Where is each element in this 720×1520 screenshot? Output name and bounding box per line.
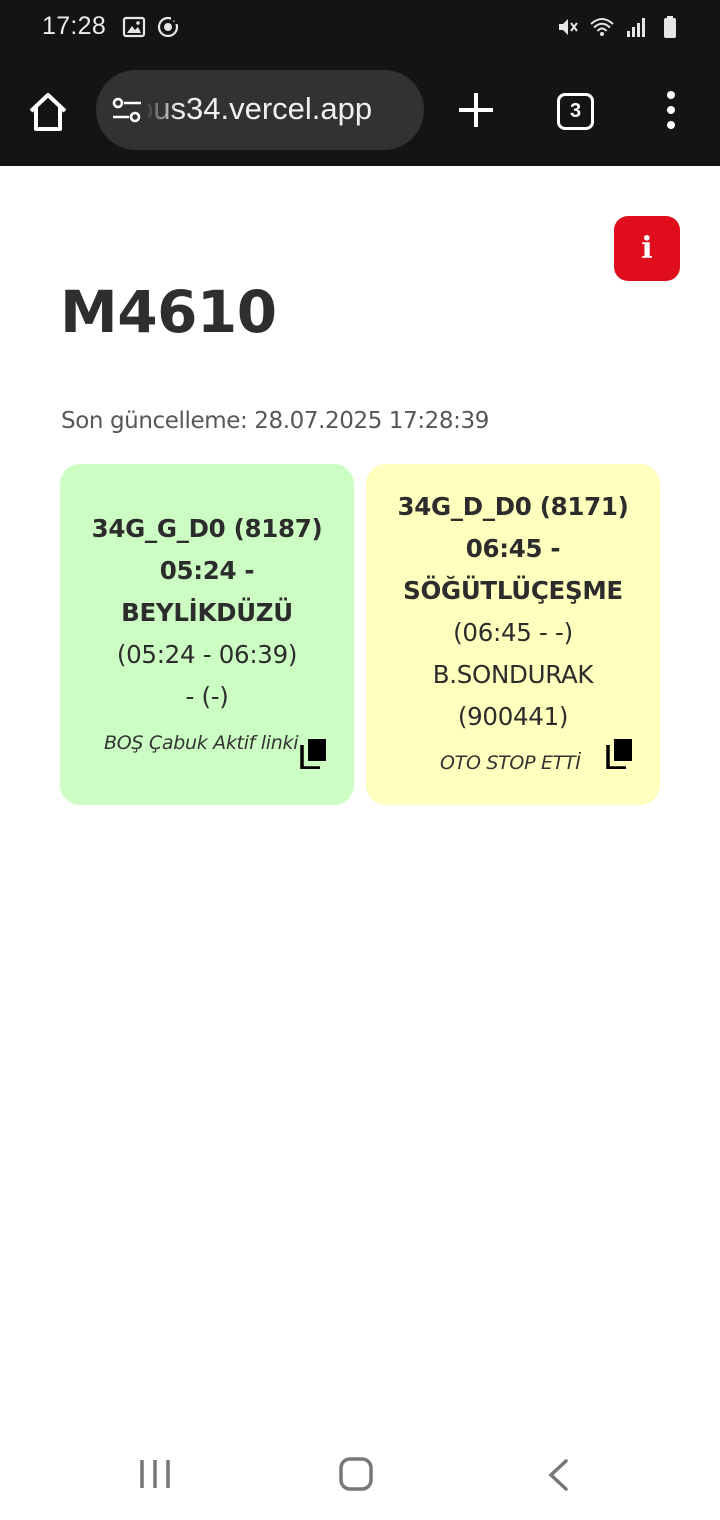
status-time: 17:28 xyxy=(42,12,107,40)
bus-card-empty[interactable]: 34G_G_D0 (8187) 05:24 - BEYLİKDÜZÜ (05:2… xyxy=(60,464,354,805)
address-bar[interactable]: bus34.vercel.app xyxy=(96,70,424,150)
sync-icon xyxy=(157,16,179,38)
image-icon xyxy=(122,16,146,38)
new-tab-icon[interactable] xyxy=(456,90,496,130)
card-status-note: BOŞ Çabuk Aktif linki xyxy=(104,732,299,754)
status-left-icons xyxy=(122,15,180,39)
card-route-code: 34G_G_D0 (8187) xyxy=(91,514,323,543)
browser-toolbar: bus34.vercel.app 3 xyxy=(0,56,720,166)
card-time-range: (06:45 - -) xyxy=(453,618,573,647)
tabs-icon[interactable]: 3 xyxy=(557,93,594,130)
navigation-bar xyxy=(0,1420,720,1520)
recents-icon[interactable] xyxy=(138,1458,172,1490)
card-status-note: OTO STOP ETTİ xyxy=(440,752,581,774)
card-lines: 34G_D_D0 (8171) 06:45 - SÖĞÜTLÜÇEŞME (06… xyxy=(366,486,660,738)
battery-icon xyxy=(664,16,676,38)
card-departure-time: 05:24 - xyxy=(159,556,255,585)
card-time-range: (05:24 - 06:39) xyxy=(116,640,298,669)
mute-vibrate-icon xyxy=(559,19,578,35)
home-circle-icon[interactable] xyxy=(338,1456,374,1492)
status-bar: 17:28 xyxy=(0,0,720,56)
bus-card-auto-stop[interactable]: 34G_D_D0 (8171) 06:45 - SÖĞÜTLÜÇEŞME (06… xyxy=(366,464,660,805)
page-title: M4610 xyxy=(60,278,277,346)
copy-icon[interactable] xyxy=(300,739,326,769)
card-route-code: 34G_D_D0 (8171) xyxy=(397,492,629,521)
copy-icon[interactable] xyxy=(606,739,632,769)
info-button[interactable]: i xyxy=(614,216,680,281)
card-stop-name: B.SONDURAK xyxy=(432,660,594,689)
url-fade xyxy=(138,70,178,150)
wifi-icon xyxy=(590,18,614,36)
card-stop-info: - (-) xyxy=(185,682,229,711)
card-lines: 34G_G_D0 (8187) 05:24 - BEYLİKDÜZÜ (05:2… xyxy=(60,508,354,718)
card-stop-id: (900441) xyxy=(457,702,569,731)
site-settings-icon[interactable] xyxy=(112,97,142,123)
more-menu-icon[interactable] xyxy=(660,90,682,130)
status-right-icons xyxy=(556,15,682,39)
signal-icon xyxy=(627,18,645,37)
card-destination: BEYLİKDÜZÜ xyxy=(121,598,293,627)
card-destination: SÖĞÜTLÜÇEŞME xyxy=(403,576,623,605)
last-update-text: Son güncelleme: 28.07.2025 17:28:39 xyxy=(61,408,489,434)
home-icon[interactable] xyxy=(26,90,70,134)
card-departure-time: 06:45 - xyxy=(465,534,561,563)
back-icon[interactable] xyxy=(546,1458,570,1492)
